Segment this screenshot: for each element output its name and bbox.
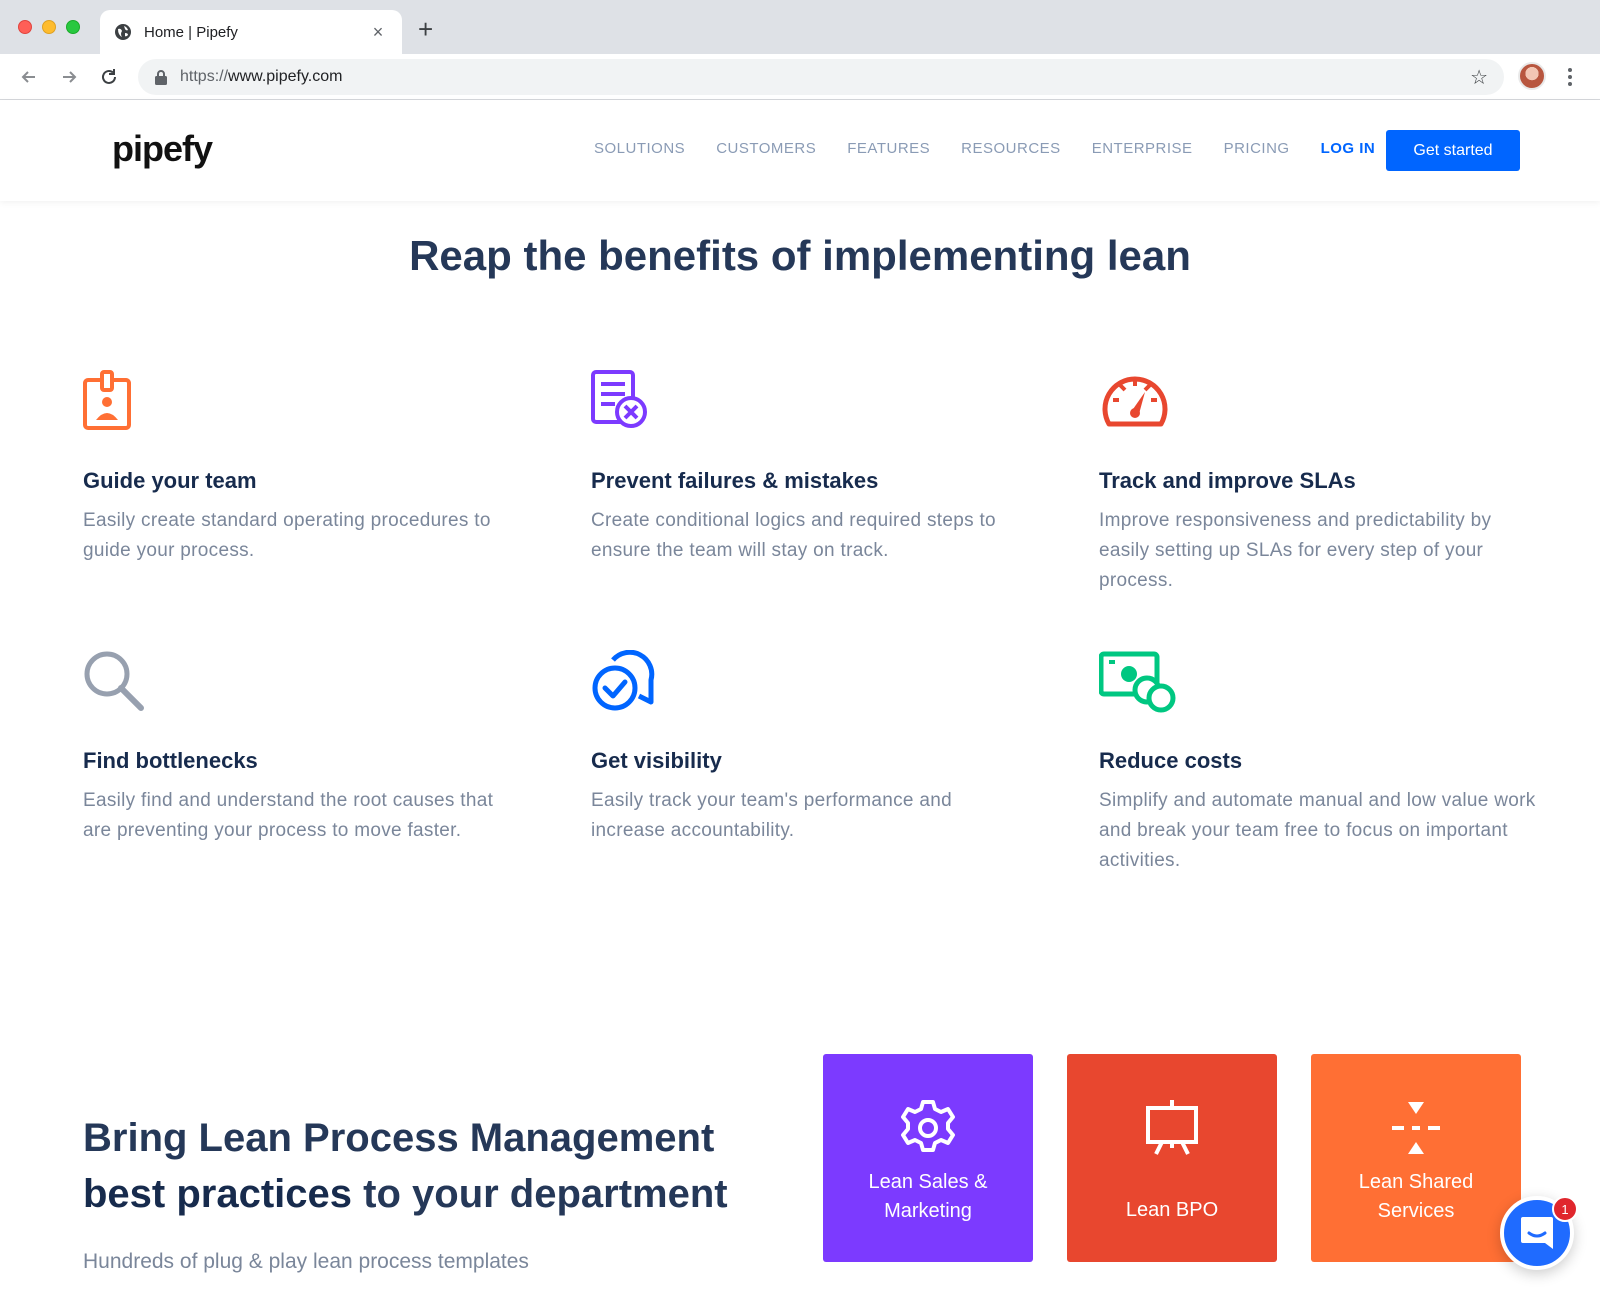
browser-tab[interactable]: Home | Pipefy × (100, 10, 402, 54)
department-heading: Bring Lean Process Management best practi… (83, 1110, 803, 1222)
benefit-text: Simplify and automate manual and low val… (1099, 790, 1536, 871)
arrow-left-icon (21, 71, 35, 83)
benefit-guide-team: Guide your team Easily create standard o… (83, 370, 523, 561)
browser-window: Home | Pipefy × + https://www.pipefy.com… (0, 0, 1600, 100)
department-subtitle: Hundreds of plug & play lean process tem… (83, 1250, 529, 1273)
nav-login[interactable]: LOG IN (1321, 140, 1376, 157)
divide-icon (1392, 1102, 1440, 1154)
reload-icon (102, 69, 116, 84)
tab-title: Home | Pipefy (144, 23, 238, 41)
benefits-title-regular: Reap the benefits of (409, 232, 823, 279)
card-label: Lean BPO (1125, 1199, 1219, 1221)
benefit-text: Easily find and understand the root caus… (83, 790, 494, 841)
benefit-title: Reduce costs (1099, 748, 1243, 773)
benefits-title-bold: implementing lean (822, 232, 1191, 279)
money-coins-icon (1098, 651, 1176, 713)
globe-icon (115, 24, 131, 40)
url-host: www.pipefy.com (228, 68, 343, 85)
benefit-get-visibility: Get visibility Easily track your team's … (591, 649, 1031, 841)
benefit-reduce-costs: Reduce costs Simplify and automate manua… (1098, 650, 1539, 871)
window-controls (18, 20, 80, 34)
department-heading-rest: to your department (352, 1172, 728, 1216)
benefit-title: Prevent failures & mistakes (591, 468, 879, 493)
pipefy-logo[interactable]: pipefy (112, 128, 213, 170)
new-tab-button[interactable]: + (418, 14, 433, 45)
url-scheme: https:// (180, 68, 229, 85)
nav-customers[interactable]: CUSTOMERS (716, 140, 816, 157)
benefit-text: Create conditional logics and required s… (591, 510, 996, 561)
maximize-window-button[interactable] (66, 20, 80, 34)
benefit-title: Guide your team (83, 468, 257, 493)
chat-check-icon (592, 649, 655, 711)
nav-resources[interactable]: RESOURCES (961, 140, 1061, 157)
department-heading-line1: Bring Lean Process Management (83, 1116, 715, 1160)
tab-close-button[interactable]: × (368, 22, 388, 43)
gear-icon (901, 1100, 955, 1152)
browser-menu-button[interactable] (1564, 64, 1576, 90)
id-badge-icon (83, 370, 131, 430)
card-label: Lean Sales & Marketing (868, 1171, 988, 1222)
site-header: pipefy SOLUTIONS CUSTOMERS FEATURES RESO… (0, 100, 1600, 201)
chat-notification-badge: 1 (1552, 1196, 1578, 1222)
forward-button[interactable] (56, 64, 82, 90)
card-lean-shared-services[interactable]: Lean Shared Services (1311, 1054, 1521, 1262)
benefit-track-slas: Track and improve SLAs Improve responsiv… (1099, 370, 1539, 591)
benefit-title: Get visibility (591, 748, 722, 773)
benefits-title: Reap the benefits of implementing lean (0, 232, 1600, 280)
main-nav: SOLUTIONS CUSTOMERS FEATURES RESOURCES E… (594, 140, 1406, 157)
speedometer-icon (1102, 376, 1168, 427)
minimize-window-button[interactable] (42, 20, 56, 34)
reload-button[interactable] (96, 64, 122, 90)
benefit-text: Easily create standard operating procedu… (83, 510, 491, 561)
address-bar[interactable]: https://www.pipefy.com ☆ (138, 59, 1504, 95)
presentation-board-icon (1146, 1100, 1198, 1155)
benefit-title: Track and improve SLAs (1099, 468, 1356, 493)
benefit-title: Find bottlenecks (83, 748, 258, 773)
benefit-prevent-failures: Prevent failures & mistakes Create condi… (591, 370, 1031, 561)
url-text: https://www.pipefy.com (180, 68, 1470, 86)
nav-solutions[interactable]: SOLUTIONS (594, 140, 685, 157)
arrow-right-icon (63, 71, 77, 83)
card-lean-bpo[interactable]: Lean BPO (1067, 1054, 1277, 1262)
card-label: Lean Shared Services (1358, 1171, 1474, 1222)
lock-icon (155, 70, 167, 85)
chat-icon (1521, 1217, 1553, 1249)
card-lean-sales-marketing[interactable]: Lean Sales & Marketing (823, 1054, 1033, 1262)
get-started-button[interactable]: Get started (1386, 130, 1520, 171)
department-heading-bold: best practices (83, 1172, 353, 1216)
tab-bar: Home | Pipefy × + (0, 0, 1600, 54)
benefit-text: Easily track your team's performance and… (591, 790, 952, 841)
magnifier-icon (84, 651, 144, 711)
browser-toolbar: https://www.pipefy.com ☆ (0, 54, 1600, 100)
nav-enterprise[interactable]: ENTERPRISE (1092, 140, 1193, 157)
benefit-find-bottlenecks: Find bottlenecks Easily find and underst… (83, 650, 523, 841)
bookmark-star-icon[interactable]: ☆ (1470, 65, 1488, 90)
close-window-button[interactable] (18, 20, 32, 34)
back-button[interactable] (16, 64, 42, 90)
checklist-x-icon (591, 370, 647, 428)
nav-pricing[interactable]: PRICING (1224, 140, 1290, 157)
profile-avatar[interactable] (1518, 62, 1546, 90)
benefit-text: Improve responsiveness and predictabilit… (1099, 510, 1492, 591)
nav-features[interactable]: FEATURES (847, 140, 930, 157)
